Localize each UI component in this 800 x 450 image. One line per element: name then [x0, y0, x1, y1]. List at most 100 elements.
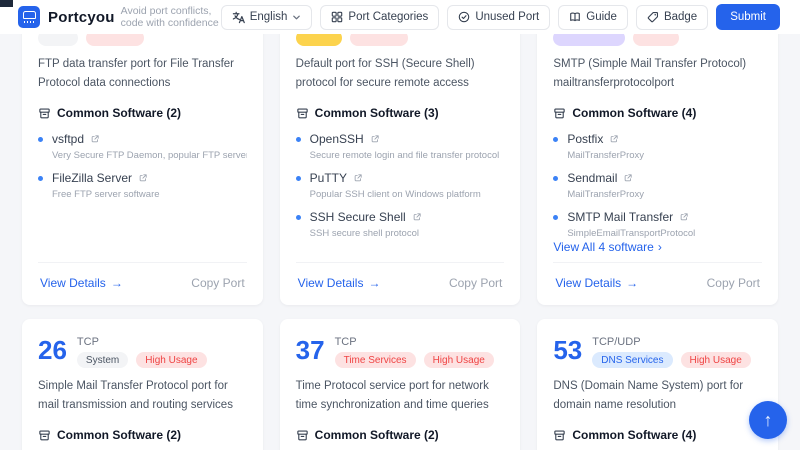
status-badge: System	[77, 352, 128, 368]
software-link[interactable]: Postfix	[553, 132, 762, 146]
common-software-title: Common Software (3)	[315, 106, 439, 120]
view-all-link[interactable]: View All 4 software ›	[553, 240, 762, 254]
port-card: 53TCP/UDPDNS ServicesHigh Usage DNS (Doma…	[537, 319, 778, 450]
software-name: SSH Secure Shell	[310, 210, 406, 224]
software-link[interactable]: SMTP Mail Transfer	[553, 210, 762, 224]
arrow-right-icon: →	[111, 276, 123, 290]
software-link[interactable]: FileZilla Server	[38, 171, 247, 185]
view-details-link[interactable]: View Details→	[40, 276, 123, 290]
bullet-dot	[553, 176, 558, 181]
port-logo-icon	[18, 6, 40, 28]
copy-port-button[interactable]: Copy Port	[191, 276, 244, 290]
external-link-icon	[623, 173, 633, 183]
common-software-heading: Common Software (4)	[553, 106, 762, 120]
port-card: 37TCPTime ServicesHigh UsageTime Protoco…	[280, 319, 521, 450]
app-header: Portcyou Avoid port conflicts, code with…	[0, 0, 800, 34]
tagline: Avoid port conflicts, code with confiden…	[121, 5, 221, 29]
software-link[interactable]: PuTTY	[296, 171, 505, 185]
bullet-dot	[553, 137, 558, 142]
software-item: SendmailMailTransferProxy	[553, 171, 762, 200]
software-list: OpenSSHSecure remote login and file tran…	[296, 132, 505, 262]
status-badge: High Usage	[424, 352, 494, 368]
arrow-up-icon: ↑	[764, 410, 773, 431]
translate-icon	[232, 11, 245, 24]
common-software-heading: Common Software (2)	[296, 428, 505, 442]
software-name: Sendmail	[567, 171, 617, 185]
software-name: vsftpd	[52, 132, 84, 146]
external-link-icon	[370, 134, 380, 144]
box-icon	[38, 107, 51, 120]
software-name: OpenSSH	[310, 132, 364, 146]
external-link-icon	[138, 173, 148, 183]
common-software-heading: Common Software (3)	[296, 106, 505, 120]
badge-list: SystemHigh Usage	[77, 352, 207, 368]
view-all-label: View All 4 software	[553, 240, 654, 254]
software-item: Postfix MailTransferProxy	[553, 132, 762, 161]
unused-port-button[interactable]: Unused Port	[447, 5, 550, 30]
software-link[interactable]: OpenSSH	[296, 132, 505, 146]
external-link-icon	[679, 212, 689, 222]
status-badge: High Usage	[681, 352, 751, 368]
software-link[interactable]: vsftpd	[38, 132, 247, 146]
port-description: Simple Mail Transfer Protocol port for m…	[38, 377, 247, 415]
cards-area: FTP data transfer port for File Transfer…	[0, 0, 800, 450]
box-icon	[553, 107, 566, 120]
view-details-link[interactable]: View Details→	[555, 276, 638, 290]
software-list: vsftpd Very Secure FTP Daemon, popular FT…	[38, 132, 247, 262]
badge-list: Time Services High Usage	[335, 352, 494, 368]
scroll-top-button[interactable]: ↑	[749, 401, 787, 439]
common-software-title: Common Software (4)	[572, 428, 696, 442]
protocol-label: TCP	[77, 337, 207, 348]
software-link[interactable]: Sendmail	[553, 171, 762, 185]
box-icon	[553, 429, 566, 442]
bullet-dot	[296, 176, 301, 181]
header-nav: English Port Categories Unused Port Guid…	[221, 4, 780, 30]
common-software-title: Common Software (4)	[572, 106, 696, 120]
software-description: Popular SSH client on Windows platform	[310, 189, 505, 200]
port-card: FTP data transfer port for File Transfer…	[22, 0, 263, 305]
circle-check-icon	[458, 11, 470, 23]
common-software-heading: Common Software (4)	[553, 428, 762, 442]
port-description: Time Protocol service port for network t…	[296, 377, 505, 415]
badge-button[interactable]: Badge	[636, 5, 708, 30]
corner-artifact	[0, 0, 13, 7]
software-name: FileZilla Server	[52, 171, 132, 185]
port-description: DNS (Domain Name System) port for domain…	[553, 377, 762, 415]
box-icon	[296, 107, 309, 120]
language-button[interactable]: English	[221, 5, 313, 30]
port-description: SMTP (Simple Mail Transfer Protocol) mai…	[553, 55, 762, 93]
submit-button[interactable]: Submit	[716, 4, 780, 30]
guide-button[interactable]: Guide	[558, 5, 628, 30]
port-number: 37	[296, 337, 325, 363]
software-description: Very Secure FTP Daemon, popular FTP serv…	[52, 150, 247, 161]
port-categories-button[interactable]: Port Categories	[320, 5, 439, 30]
card-header: 26TCPSystemHigh Usage	[38, 337, 247, 368]
cards-row-1: FTP data transfer port for File Transfer…	[0, 0, 800, 305]
copy-port-button[interactable]: Copy Port	[707, 276, 760, 290]
port-description: FTP data transfer port for File Transfer…	[38, 55, 247, 93]
software-description: SSH secure shell protocol	[310, 228, 505, 239]
software-item: SMTP Mail TransferSimpleEmailTransportPr…	[553, 210, 762, 238]
box-icon	[296, 429, 309, 442]
external-link-icon	[353, 173, 363, 183]
external-link-icon	[90, 134, 100, 144]
view-details-label: View Details	[298, 276, 364, 290]
port-categories-label: Port Categories	[348, 11, 428, 23]
chevron-right-icon: ›	[658, 240, 662, 254]
port-meta: TCPTime ServicesHigh Usage	[335, 337, 494, 368]
view-details-link[interactable]: View Details→	[298, 276, 381, 290]
software-link[interactable]: SSH Secure Shell	[296, 210, 505, 224]
bullet-dot	[38, 176, 43, 181]
port-card: Default port for SSH (Secure Shell) prot…	[280, 0, 521, 305]
common-software-title: Common Software (2)	[57, 106, 181, 120]
brand[interactable]: Portcyou	[18, 6, 115, 28]
common-software-title: Common Software (2)	[57, 428, 181, 442]
arrow-right-icon: →	[626, 276, 638, 290]
software-list: Postfix MailTransferProxy SendmailMailTran…	[553, 132, 762, 238]
card-header: 53TCP/UDPDNS ServicesHigh Usage	[553, 337, 762, 368]
bullet-dot	[296, 137, 301, 142]
status-badge: Time Services	[335, 352, 416, 368]
copy-port-button[interactable]: Copy Port	[449, 276, 502, 290]
badge-label: Badge	[664, 11, 697, 23]
software-description: MailTransferProxy	[567, 150, 762, 161]
